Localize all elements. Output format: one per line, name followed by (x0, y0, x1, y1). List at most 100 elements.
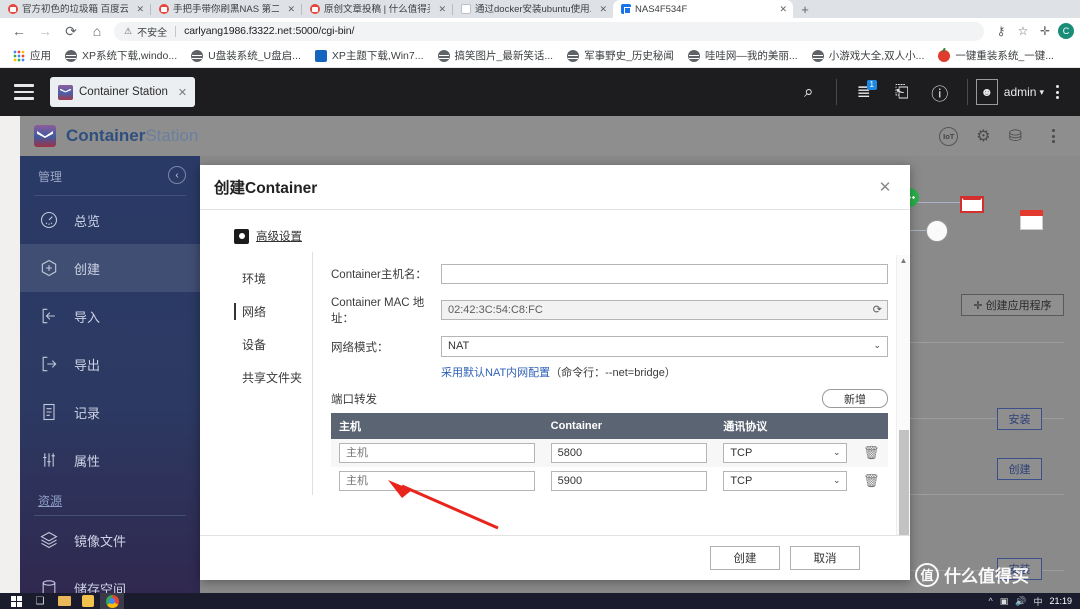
protocol-select[interactable]: TCP (723, 443, 847, 463)
create-application-button[interactable]: ✛ 创建应用程序 (961, 294, 1064, 316)
bookmark-item[interactable]: 小游戏大全,双人小... (805, 46, 932, 66)
user-name[interactable]: admin (1004, 85, 1037, 99)
profile-avatar[interactable]: C (1058, 23, 1074, 39)
container-port-input[interactable] (550, 443, 708, 463)
tab-close-icon[interactable]: ✕ (132, 4, 144, 15)
app-button[interactable] (76, 593, 100, 609)
bookmark-item[interactable]: XP主题下载,Win7... (308, 46, 431, 66)
network-icon[interactable]: ▣ (1000, 596, 1009, 607)
bookmark-item[interactable]: 军事野史_历史秘闻 (560, 46, 681, 66)
bookmark-item[interactable]: XP系统下载,windo... (58, 46, 184, 66)
start-button[interactable] (4, 593, 28, 609)
new-tab-button[interactable]: + (793, 0, 817, 18)
chevron-left-icon[interactable]: ‹ (168, 166, 186, 184)
browser-tab[interactable]: 通过docker安装ubuntu使用... ✕ (453, 0, 613, 18)
browser-tab[interactable]: 手把手带你刷黑NAS 第二十... ✕ (151, 0, 301, 18)
sidebar-item-properties[interactable]: 属性 (20, 436, 200, 484)
star-icon[interactable]: ☆ (1012, 20, 1034, 42)
advanced-settings-row[interactable]: 高级设置 (200, 210, 910, 252)
iot-icon[interactable]: IoT (939, 126, 959, 146)
network-mode-note-link[interactable]: 采用默认NAT内网配置 (441, 367, 550, 379)
sidebar-item-logs[interactable]: 记录 (20, 388, 200, 436)
create-confirm-button[interactable]: 创建 (710, 546, 780, 570)
hostname-row: Container主机名： (331, 264, 888, 284)
kebab-icon[interactable] (1040, 129, 1066, 143)
external-device-icon[interactable]: ⎗ (883, 73, 921, 111)
system-tray: ^ ▣ 🔊 中 21:19 (988, 595, 1076, 608)
back-button[interactable]: ← (6, 20, 32, 42)
browser-tab[interactable]: 官方初色的垃圾箱 百度云_值... ✕ (0, 0, 150, 18)
open-app-label: Container Station (79, 86, 168, 98)
cancel-button[interactable]: 取消 (790, 546, 860, 570)
user-icon[interactable]: ☻ (975, 79, 998, 105)
host-port-input[interactable] (339, 471, 535, 491)
sidebar-item-overview[interactable]: 总览 (20, 196, 200, 244)
dialog-nav-network[interactable]: 网络 (234, 295, 312, 328)
protocol-select[interactable]: TCP (723, 471, 847, 491)
add-port-button[interactable]: 新增 (822, 389, 888, 408)
refresh-icon[interactable]: ⟳ (873, 303, 882, 316)
chrome-button[interactable] (100, 593, 124, 609)
dialog-nav-shared-folder[interactable]: 共享文件夹 (234, 361, 312, 394)
dialog-scrollbar[interactable]: ▲ ▼ (896, 255, 910, 535)
delete-row-icon[interactable]: 🗑 (854, 439, 888, 467)
sidebar-item-export[interactable]: 导出 (20, 340, 200, 388)
sidebar-item-create[interactable]: 创建 (20, 244, 200, 292)
home-icon[interactable]: ⌂ (84, 20, 110, 42)
bookmark-item[interactable]: 搞笑图片_最新笑话... (431, 46, 561, 66)
tab-close-icon[interactable]: ✕ (434, 4, 446, 15)
file-explorer-button[interactable] (52, 593, 76, 609)
bookmark-item[interactable]: 一键重装系统_一键... (931, 46, 1061, 66)
host-port-input[interactable] (339, 443, 535, 463)
tab-close-icon[interactable]: ✕ (775, 4, 787, 15)
tab-title: NAS4F534F (635, 3, 688, 15)
network-mode-select[interactable]: NAT (441, 336, 888, 357)
help-icon[interactable]: ⛁ (1009, 126, 1022, 146)
tab-title: 官方初色的垃圾箱 百度云_值... (22, 3, 129, 15)
reload-icon[interactable]: ⟳ (58, 20, 84, 42)
close-icon[interactable]: ✕ (178, 86, 187, 99)
bookmark-apps[interactable]: 应用 (6, 46, 58, 66)
extensions-icon[interactable]: ✛ (1034, 20, 1056, 42)
site-red-icon (310, 4, 320, 14)
bookmark-item[interactable]: 哇哇网—我的美丽... (681, 46, 805, 66)
sidebar-section-manage: 管理 ‹ (20, 156, 200, 195)
key-icon[interactable]: ⚷ (990, 20, 1012, 42)
browser-tab[interactable]: 原创文章投稿 | 什么值得买 ✕ (302, 0, 452, 18)
volume-icon[interactable]: 🔊 (1015, 596, 1026, 607)
background-tasks-icon[interactable]: ≣ 1 (845, 73, 883, 111)
dialog-nav-environment[interactable]: 环境 (234, 262, 312, 295)
delete-row-icon[interactable]: 🗑 (854, 467, 888, 495)
create-button[interactable]: 创建 (997, 458, 1042, 480)
taskbar-clock[interactable]: 21:19 (1049, 596, 1072, 606)
address-bar[interactable]: ⚠ 不安全 carlyang1986.f3322.net :5000/cgi-b… (114, 21, 984, 41)
sidebar-item-label: 创建 (74, 261, 101, 277)
browser-tab-active[interactable]: NAS4F534F ✕ (613, 0, 793, 18)
dialog-nav-device[interactable]: 设备 (234, 328, 312, 361)
browser-tab-strip: 官方初色的垃圾箱 百度云_值... ✕ 手把手带你刷黑NAS 第二十... ✕ … (0, 0, 1080, 18)
bookmark-item[interactable]: U盘装系统_U盘启... (184, 46, 308, 66)
tray-expand-icon[interactable]: ^ (988, 596, 992, 606)
mac-input[interactable] (441, 300, 888, 320)
forward-button[interactable]: → (32, 20, 58, 42)
info-icon[interactable]: ⓘ (921, 73, 959, 111)
ime-icon[interactable]: 中 (1033, 595, 1042, 608)
advanced-settings-link[interactable]: 高级设置 (256, 228, 302, 244)
sidebar-item-images[interactable]: 镜像文件 (20, 516, 200, 564)
task-view-button[interactable]: ❑ (28, 593, 52, 609)
hamburger-icon[interactable] (10, 78, 38, 106)
create-application-label: 创建应用程序 (985, 300, 1052, 312)
kebab-icon[interactable] (1044, 85, 1070, 99)
container-port-input[interactable] (550, 471, 708, 491)
hostname-input[interactable] (441, 264, 888, 284)
tab-close-icon[interactable]: ✕ (595, 4, 607, 15)
scroll-up-icon[interactable]: ▲ (897, 255, 910, 267)
gear-icon[interactable]: ⚙ (976, 126, 990, 146)
search-icon[interactable]: ⌕ (790, 73, 828, 111)
sidebar-item-import[interactable]: 导入 (20, 292, 200, 340)
tab-close-icon[interactable]: ✕ (283, 4, 295, 15)
install-button[interactable]: 安装 (997, 408, 1042, 430)
close-icon[interactable]: ✕ (874, 176, 896, 198)
open-app-tab-container-station[interactable]: Container Station ✕ (50, 77, 196, 107)
scrollbar-thumb[interactable] (899, 430, 909, 535)
